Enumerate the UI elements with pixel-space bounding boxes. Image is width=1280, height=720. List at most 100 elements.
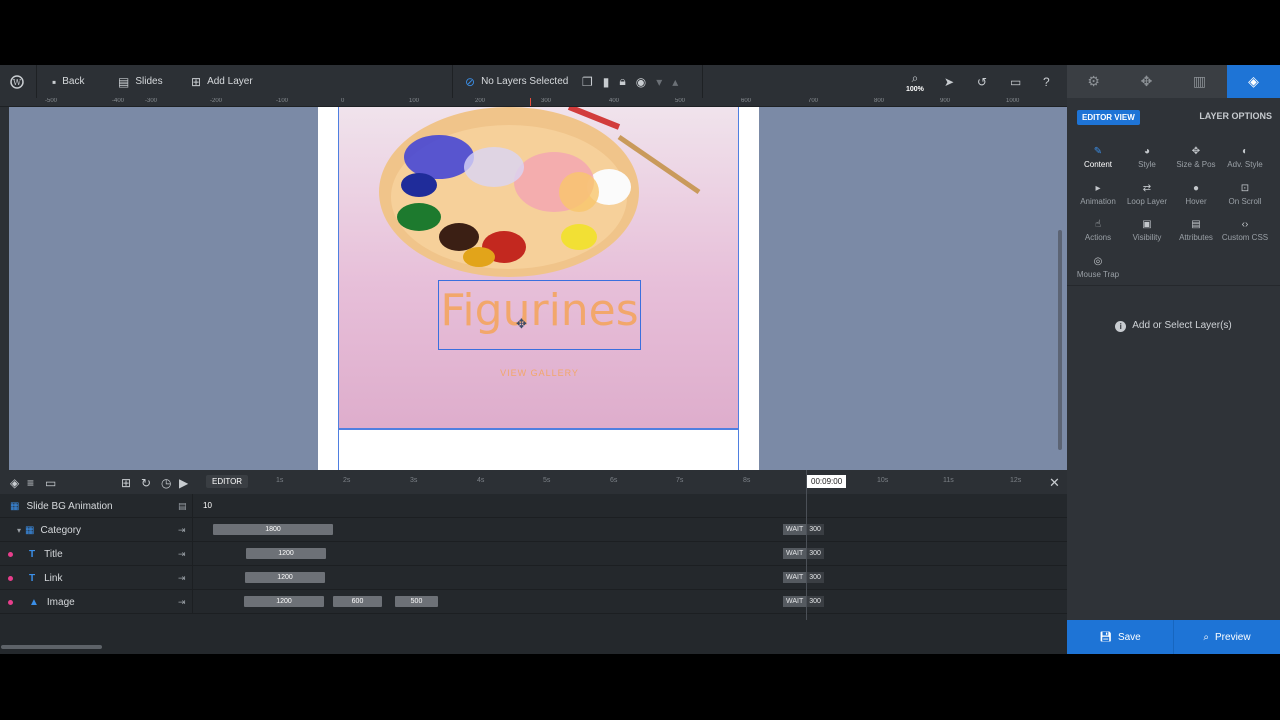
expand-icon[interactable]: ⇥ [178,573,186,584]
second-label: 2s [343,477,351,484]
file-icon: ▤ [1191,219,1201,230]
visibility-icon[interactable]: ◉ [636,75,646,89]
option-on-scroll[interactable]: ⊡ On Scroll [1220,183,1270,217]
wait-badge[interactable]: WAIT 300 [783,548,824,559]
slides-button[interactable]: ▤ Slides [118,65,163,98]
option-hover[interactable]: ● Hover [1171,183,1221,217]
wait-badge[interactable]: WAIT 300 [783,596,824,607]
play-icon[interactable]: ▶ [179,476,188,490]
timeline-row-link[interactable]: T Link ⇥ 1200 WAIT 300 [0,566,1067,590]
add-layer-button[interactable]: ⊞ Add Layer [191,65,253,98]
slide-link[interactable]: VIEW GALLERY [438,368,641,378]
option-label: Loop Layer [1126,197,1168,206]
grid-icon[interactable]: ⊞ [121,476,131,490]
row-name: T Title ⇥ [0,542,193,566]
option-custom-css[interactable]: ‹› Custom CSS [1220,219,1270,253]
tab-layers[interactable]: ◈ [1227,65,1280,98]
timeline-bar[interactable]: 1200 [244,596,324,607]
wait-badge[interactable]: WAIT 300 [783,572,824,583]
target-icon: ◎ [1093,256,1103,267]
zoom-icon: ⌕ [911,70,919,85]
layers-icon[interactable]: ◈ [10,476,19,490]
bg-settings-icon[interactable]: ▤ [178,501,187,512]
option-content[interactable]: ✎ Content [1073,146,1123,180]
expand-icon[interactable]: ⇥ [178,525,186,536]
timeline-row-category[interactable]: ▾ ▦ Category ⇥ 1800 WAIT 300 [0,518,1067,542]
undo-icon: ↺ [977,74,988,89]
visibility-icon: ▣ [1142,219,1152,230]
status-dot [8,551,13,557]
ruler-label: 1000 [1006,98,1020,104]
timeline-bar[interactable]: 1200 [245,572,325,583]
save-button[interactable]: 💾︎ Save [1067,620,1173,654]
timeline-row-bg[interactable]: ▦ Slide BG Animation ▤ 10 [0,494,1067,518]
option-attributes[interactable]: ▤ Attributes [1171,219,1221,253]
timeline-row-image[interactable]: ▲ Image ⇥ 1200 600 500 WAIT 300 [0,590,1067,614]
option-actions[interactable]: ☝ Actions [1073,219,1123,253]
editor-view-badge[interactable]: EDITOR VIEW [1077,110,1140,125]
paint-palette-image[interactable] [339,107,740,297]
undo-button[interactable]: ↺ [977,65,987,98]
expand-icon[interactable]: ⇥ [178,597,186,608]
tab-slide[interactable]: ▥ [1173,65,1226,98]
image-icon: ▲ [29,596,39,608]
ruler-label: 400 [609,98,620,104]
option-size-pos[interactable]: ✥ Size & Pos [1171,146,1221,180]
zoom-control[interactable]: ⌕ 100% [906,65,924,98]
timeline-bar[interactable]: 1200 [246,548,326,559]
delete-icon[interactable]: ▮ [603,75,610,89]
option-adv-style[interactable]: ◐ Adv. Style [1220,146,1270,180]
layer-selection-status[interactable]: ⊘ No Layers Selected [465,65,568,98]
slide-background[interactable] [338,107,739,429]
current-time[interactable]: 00:09:00 [807,475,847,488]
option-visibility[interactable]: ▣ Visibility [1122,219,1172,253]
status-dot [8,575,13,581]
wait-badge[interactable]: WAIT 300 [783,524,824,535]
timeline-bar[interactable]: 1800 [213,524,333,535]
option-animation[interactable]: ▸ Animation [1073,183,1123,217]
editor-badge[interactable]: EDITOR [206,475,249,488]
timeline-bar[interactable]: 500 [395,596,438,607]
editor-canvas[interactable]: Figurines ✥ VIEW GALLERY [9,107,1067,470]
timeline-bar[interactable]: 600 [333,596,382,607]
timeline-playhead[interactable] [806,470,807,620]
timeline-row-title[interactable]: T Title ⇥ 1200 WAIT 300 [0,542,1067,566]
palette-icon: ◕ [1143,146,1151,157]
toolbar-divider [702,65,703,98]
option-style[interactable]: ◕ Style [1122,146,1172,180]
slide-title[interactable]: Figurines [438,285,641,336]
canvas-vertical-scrollbar[interactable] [1058,230,1062,450]
ruler-label: 0 [341,98,345,104]
help-button[interactable]: ? [1043,65,1050,98]
ruler-label: 100 [409,98,420,104]
arrow-down-icon[interactable]: ▾ [656,75,662,89]
row-name: T Link ⇥ [0,566,193,590]
option-label: Visibility [1132,233,1162,242]
chevron-down-icon[interactable]: ▾ [17,526,21,535]
arrow-up-icon[interactable]: ▴ [672,75,678,89]
search-icon: ⌕ [1203,631,1210,643]
cursor-button[interactable]: ➤ [944,65,954,98]
duplicate-icon[interactable]: ❐ [582,75,593,89]
tab-settings[interactable]: ⚙ [1067,65,1120,98]
refresh-icon[interactable]: ↻ [141,476,151,490]
desktop-view-button[interactable]: ▭ [1010,65,1021,98]
option-loop-layer[interactable]: ⇄ Loop Layer [1122,183,1172,217]
back-button[interactable]: ▪ Back [52,65,85,98]
row-label: Title [44,548,63,560]
menu-icon[interactable]: ≡ [27,476,34,490]
status-dot [8,599,13,605]
tab-navigation[interactable]: ✥ [1120,65,1173,98]
option-label: Size & Pos [1176,160,1216,169]
wordpress-logo[interactable]: W [10,65,24,98]
gear-icon: ⚙ [1087,73,1100,89]
expand-icon[interactable]: ⇥ [178,549,186,560]
close-icon[interactable]: ✕ [1049,475,1060,491]
timer-icon[interactable]: ◷ [161,476,171,490]
folder-icon[interactable]: ▭ [45,476,56,490]
lock-icon[interactable]: 🔒︎ [619,74,625,89]
timeline-horizontal-scrollbar[interactable] [1,645,102,649]
pointer-icon: ☝ [1094,219,1102,230]
row-label: Category [40,524,82,536]
preview-button[interactable]: ⌕ Preview [1173,620,1280,654]
